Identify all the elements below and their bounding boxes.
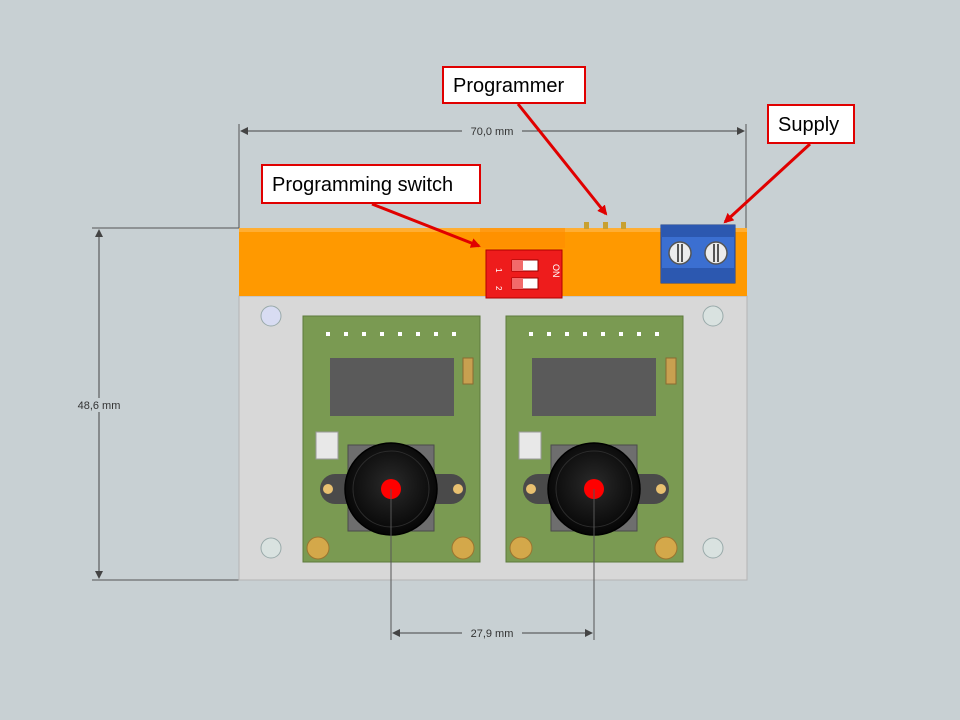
module-right-chip (532, 358, 656, 416)
dip-switch-on-label: ON (551, 264, 561, 278)
mounting-hole-bottom-left (260, 537, 282, 559)
dip-switch-label-1: 1 (494, 268, 503, 273)
dimension-height-label: 48,6 mm (78, 400, 121, 412)
terminal-screw-right (704, 241, 728, 265)
callout-arrow-supply (723, 142, 812, 224)
callout-programmer: Programmer (442, 66, 586, 104)
dimension-pitch-label: 27,9 mm (471, 628, 514, 640)
terminal-block (660, 224, 736, 284)
mounting-hole-top-left (260, 305, 282, 327)
dimension-width-label: 70,0 mm (471, 126, 514, 138)
dip-switch-label-2: 2 (494, 286, 503, 291)
programmer-header (584, 222, 626, 229)
mounting-hole-top-right (702, 305, 724, 327)
dip-switch: ON 1 2 (485, 249, 563, 299)
callout-programming-switch: Programming switch (261, 164, 481, 204)
dimension-height: 48,6 mm (70, 227, 239, 581)
module-left-chip (330, 358, 454, 416)
mounting-hole-bottom-right (702, 537, 724, 559)
callout-arrow-programmer (516, 103, 608, 216)
callout-supply: Supply (767, 104, 855, 144)
terminal-screw-left (668, 241, 692, 265)
